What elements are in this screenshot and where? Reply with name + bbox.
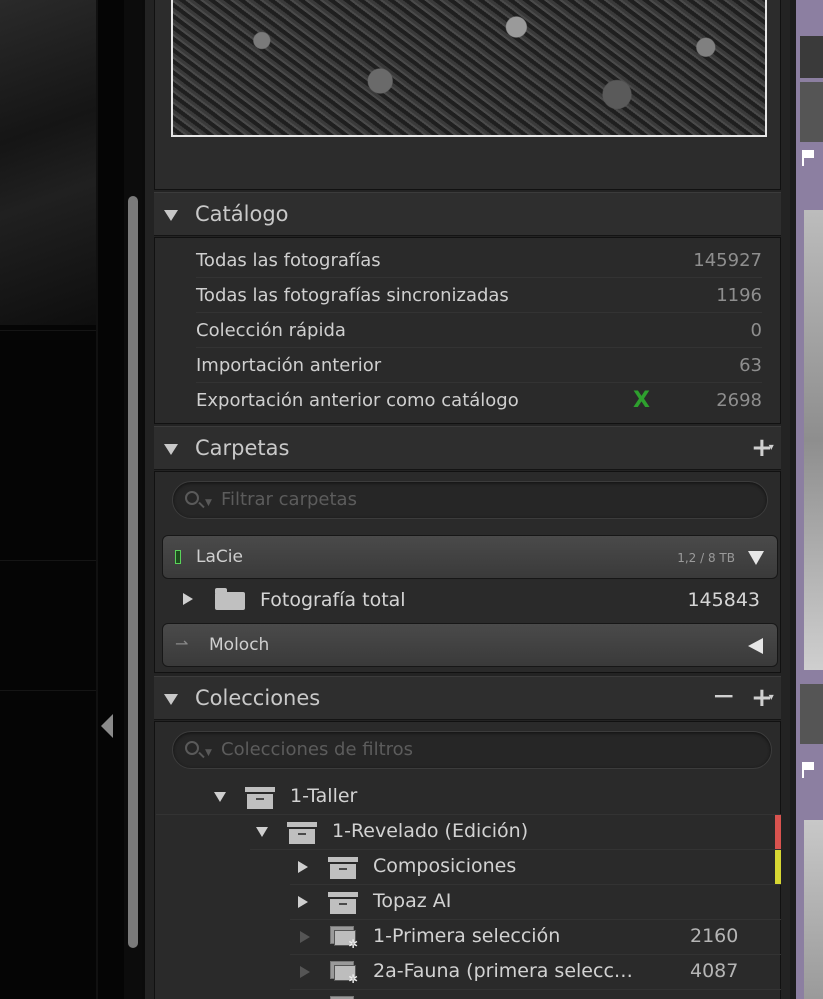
collection-label: Composiciones <box>373 855 517 877</box>
search-icon <box>185 491 199 505</box>
collection-count: 2160 <box>690 925 739 947</box>
collapse-triangle-icon[interactable] <box>164 694 178 705</box>
search-icon <box>185 741 199 755</box>
volume-name: Moloch <box>209 635 270 655</box>
thumbnail-divider <box>800 36 823 78</box>
collapse-triangle-icon[interactable] <box>748 551 764 565</box>
expand-triangle-icon <box>300 966 310 978</box>
catalog-row-label: Todas las fotografías sincronizadas <box>196 285 509 306</box>
color-label-yellow <box>775 850 781 884</box>
thumbnail-image[interactable] <box>804 820 823 999</box>
collection-set-icon <box>287 822 317 844</box>
filter-placeholder: Filtrar carpetas <box>221 489 357 510</box>
volume-moloch[interactable]: ⇀ Moloch <box>162 623 778 667</box>
collection-count: 4087 <box>690 960 739 982</box>
thumbnail-divider <box>800 684 823 744</box>
collection-set-row[interactable]: Composiciones <box>290 850 781 885</box>
catalog-row-count: 145927 <box>693 250 762 271</box>
catalog-section-header[interactable]: Catálogo <box>154 192 781 236</box>
expand-triangle-icon[interactable] <box>748 638 763 654</box>
collapse-triangle-icon[interactable] <box>256 827 268 837</box>
left-background-panel <box>0 0 125 999</box>
remove-collection-icon[interactable]: − <box>712 682 735 710</box>
catalog-row-label: Todas las fotografías <box>196 250 381 271</box>
divider <box>0 690 96 691</box>
smart-collection-icon: ✲ <box>330 926 360 950</box>
collection-set-row[interactable]: Topaz AI <box>290 885 781 920</box>
navigator-preview-image[interactable] <box>171 0 767 137</box>
volume-lacie[interactable]: LaCie 1,2 / 8 TB <box>162 535 778 579</box>
catalog-row-label: Importación anterior <box>196 355 382 376</box>
volume-size: 1,2 / 8 TB <box>677 551 735 565</box>
collapse-panel-icon[interactable] <box>101 714 113 738</box>
section-title: Catálogo <box>195 202 289 226</box>
collection-filter-input[interactable]: ▼ Colecciones de filtros <box>172 731 772 769</box>
collections-section-header[interactable]: Colecciones − +▾ <box>154 676 781 720</box>
folder-row[interactable]: Fotografía total 145843 <box>162 580 778 620</box>
volume-name: LaCie <box>196 547 243 567</box>
catalog-row-label: Colección rápida <box>196 320 346 341</box>
collapse-triangle-icon[interactable] <box>164 444 178 455</box>
remove-x-icon[interactable]: X <box>633 388 650 413</box>
flag-icon[interactable] <box>802 150 816 166</box>
catalog-row[interactable]: Colección rápida 0 <box>196 314 762 348</box>
expand-triangle-icon[interactable] <box>183 593 193 605</box>
folder-count: 145843 <box>687 589 760 611</box>
thumbnail-image[interactable] <box>804 210 823 670</box>
add-collection-icon[interactable]: +▾ <box>751 685 774 711</box>
collection-set-icon <box>245 787 275 809</box>
smart-collection-row[interactable]: ✲ 1-Primera selección 2160 <box>290 920 781 955</box>
catalog-row[interactable]: Todas las fotografías 145927 <box>196 244 762 278</box>
add-folder-icon[interactable]: +▾ <box>751 435 774 461</box>
smart-collection-row[interactable] <box>290 990 781 999</box>
expand-triangle-icon <box>300 931 310 943</box>
volume-status-led-icon <box>175 550 181 564</box>
smart-collection-icon: ✲ <box>330 961 360 985</box>
catalog-row[interactable]: Exportación anterior como catálogo X 269… <box>196 384 762 418</box>
divider <box>0 330 96 331</box>
chevron-down-icon: ▼ <box>205 748 212 758</box>
color-label-red <box>775 815 781 849</box>
background-photo <box>0 0 96 325</box>
catalog-row-count: 63 <box>739 355 762 376</box>
collapse-triangle-icon[interactable] <box>214 792 226 802</box>
collection-set-row[interactable]: 1-Revelado (Edición) <box>250 815 781 850</box>
smart-collection-row[interactable]: ✲ 2a-Fauna (primera selecc… 4087 <box>290 955 781 990</box>
collection-set-icon <box>328 892 358 914</box>
collapse-triangle-icon[interactable] <box>164 210 178 221</box>
catalog-row[interactable]: Importación anterior 63 <box>196 349 762 383</box>
collection-label: 1-Revelado (Edición) <box>332 820 529 842</box>
catalog-row-count: 1196 <box>716 285 762 306</box>
folders-section-header[interactable]: Carpetas +▾ <box>154 426 781 470</box>
filter-placeholder: Colecciones de filtros <box>221 739 414 760</box>
flag-icon[interactable] <box>802 762 816 778</box>
collection-set-row[interactable]: 1-Taller <box>156 780 781 815</box>
collection-label: Topaz AI <box>373 890 452 912</box>
collection-label: 1-Primera selección <box>373 925 561 947</box>
divider <box>96 0 98 999</box>
section-title: Carpetas <box>195 436 290 460</box>
catalog-row-count: 0 <box>750 320 762 341</box>
divider <box>0 560 96 561</box>
folder-filter-input[interactable]: ▼ Filtrar carpetas <box>172 481 768 519</box>
catalog-row-label: Exportación anterior como catálogo <box>196 390 519 411</box>
scrollbar-thumb[interactable] <box>128 196 138 948</box>
collection-label: 1-Taller <box>290 785 358 807</box>
collection-label: 2a-Fauna (primera selecc… <box>373 960 633 982</box>
expand-triangle-icon[interactable] <box>298 896 308 908</box>
filmstrip-edge <box>790 0 823 999</box>
disconnected-volume-icon: ⇀ <box>175 634 189 653</box>
catalog-row[interactable]: Todas las fotografías sincronizadas 1196 <box>196 279 762 313</box>
chevron-down-icon: ▼ <box>205 498 212 508</box>
expand-triangle-icon[interactable] <box>298 861 308 873</box>
folder-label: Fotografía total <box>260 589 406 611</box>
thumbnail-divider <box>800 82 823 142</box>
catalog-row-count: 2698 <box>716 390 762 411</box>
folder-icon <box>215 588 245 610</box>
collection-set-icon <box>328 857 358 879</box>
section-title: Colecciones <box>195 686 321 710</box>
